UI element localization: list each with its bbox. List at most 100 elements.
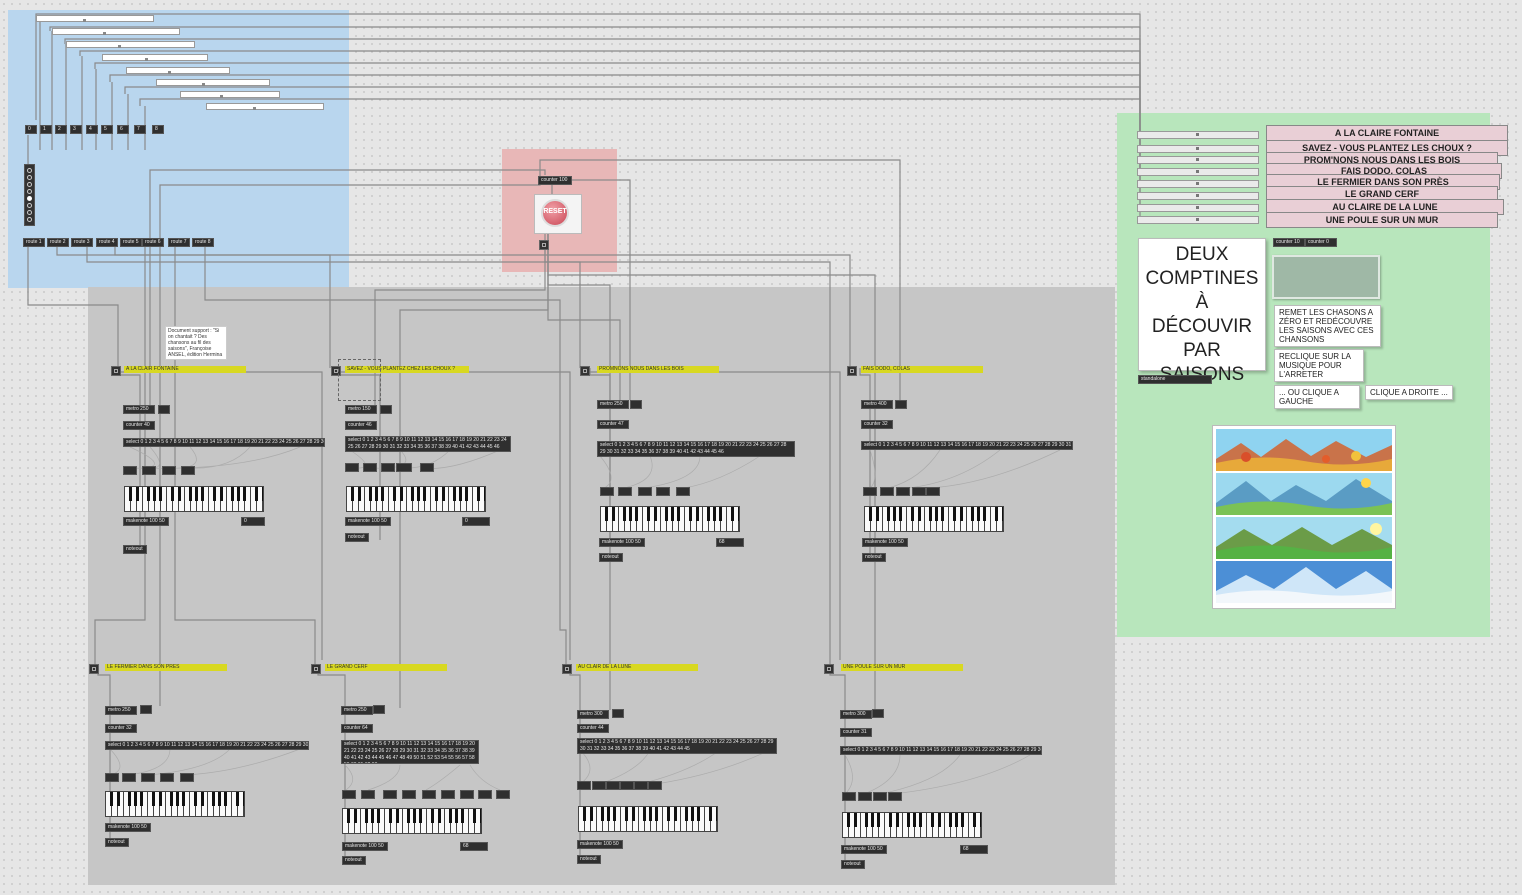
pitch-box[interactable] [162,466,176,475]
module-toggle[interactable] [847,366,857,376]
counter-object[interactable]: counter 32 [105,724,137,733]
song-selector[interactable] [1137,204,1259,212]
pitch-box[interactable] [361,790,375,799]
piano-keyboard[interactable] [864,506,1004,532]
piano-keyboard[interactable] [842,812,982,838]
bang-object[interactable] [140,705,152,714]
pitch-box[interactable] [648,781,662,790]
metro-object[interactable]: metro 400 [861,400,893,409]
select-object[interactable]: select 0 1 2 3 4 5 6 7 8 9 10 11 12 13 1… [597,441,795,457]
pitch-box[interactable] [478,790,492,799]
route-4[interactable]: route 4 [96,238,118,247]
number-message-3[interactable]: 3 [70,125,82,134]
route-8[interactable]: route 8 [192,238,214,247]
song-message-6[interactable] [156,79,270,86]
bang-object[interactable] [895,400,907,409]
counter-0-button[interactable]: counter 0 [1305,238,1337,247]
makenote-object[interactable]: makenote 100 50 [599,538,645,547]
pitch-box[interactable] [912,487,926,496]
piano-keyboard[interactable] [124,486,264,512]
pitch-box[interactable] [122,773,136,782]
piano-keyboard[interactable] [342,808,482,834]
counter-object[interactable]: counter 46 [345,421,377,430]
song-message-1[interactable] [36,15,154,22]
reset-bang[interactable] [539,240,549,250]
counter-object[interactable]: counter 40 [123,421,155,430]
song-selector[interactable] [1137,168,1259,176]
number-message-4[interactable]: 4 [86,125,98,134]
select-object[interactable]: select 0 1 2 3 4 5 6 7 8 9 10 11 12 13 1… [123,438,325,447]
metro-object[interactable]: metro 250 [123,405,155,414]
pitch-box[interactable] [345,463,359,472]
pitch-box[interactable] [873,792,887,801]
makenote-object[interactable]: makenote 100 50 [342,842,388,851]
bang-object[interactable] [158,405,170,414]
bang-object[interactable] [373,705,385,714]
module-toggle[interactable] [824,664,834,674]
makenote-object[interactable]: makenote 100 50 [841,845,887,854]
pitch-box[interactable] [460,790,474,799]
select-object[interactable]: select 0 1 2 3 4 5 6 7 8 9 10 11 12 13 1… [341,740,479,764]
bang-object[interactable] [630,400,642,409]
noteout-object[interactable]: noteout [599,553,623,562]
reset-panel-button[interactable] [1272,255,1380,299]
piano-keyboard[interactable] [578,806,718,832]
pitch-box[interactable] [402,790,416,799]
pitch-box[interactable] [634,781,648,790]
route-1[interactable]: route 1 [23,238,45,247]
song-message-3[interactable] [66,41,195,48]
song-message-4[interactable] [102,54,208,61]
module-toggle[interactable] [562,664,572,674]
number-message-2[interactable]: 2 [55,125,67,134]
pitch-box[interactable] [842,792,856,801]
number-display[interactable]: 68 [716,538,744,547]
counter-object[interactable]: counter 31 [840,728,872,737]
standalone-object[interactable]: standalone [1138,375,1212,384]
module-toggle[interactable] [89,664,99,674]
metro-object[interactable]: metro 250 [105,706,137,715]
pitch-box[interactable] [620,781,634,790]
number-display[interactable]: 68 [960,845,988,854]
module-toggle[interactable] [311,664,321,674]
pitch-box[interactable] [396,463,412,472]
select-object[interactable]: select 0 1 2 3 4 5 6 7 8 9 10 11 12 13 1… [861,441,1073,450]
pitch-box[interactable] [160,773,174,782]
select-object[interactable]: select 0 1 2 3 4 5 6 7 8 9 10 11 12 13 1… [577,738,777,754]
song-selector[interactable] [1137,145,1259,153]
counter-10-button[interactable]: counter 10 [1273,238,1305,247]
song-button-a-la-claire-fontaine[interactable]: A LA CLAIRE FONTAINE [1266,125,1508,141]
piano-keyboard[interactable] [105,791,245,817]
metro-object[interactable]: metro 300 [577,710,609,719]
pitch-box[interactable] [123,466,137,475]
route-5[interactable]: route 5 [120,238,142,247]
noteout-object[interactable]: noteout [105,838,129,847]
pitch-box[interactable] [638,487,652,496]
module-toggle[interactable] [580,366,590,376]
song-selector[interactable] [1137,131,1259,139]
number-message-8[interactable]: 8 [152,125,164,134]
counter-object[interactable]: counter 44 [577,724,609,733]
pitch-box[interactable] [926,487,940,496]
pitch-box[interactable] [496,790,510,799]
makenote-object[interactable]: makenote 100 50 [105,823,151,832]
pitch-box[interactable] [880,487,894,496]
number-message-5[interactable]: 5 [101,125,113,134]
route-2[interactable]: route 2 [47,238,69,247]
reset-button[interactable]: RESET [534,194,582,234]
module-toggle[interactable] [111,366,121,376]
noteout-object[interactable]: noteout [862,553,886,562]
metro-object[interactable]: metro 250 [341,706,373,715]
counter-object[interactable]: counter 32 [861,420,893,429]
noteout-object[interactable]: noteout [841,860,865,869]
pitch-box[interactable] [888,792,902,801]
makenote-object[interactable]: makenote 100 50 [862,538,908,547]
number-display[interactable]: 0 [462,517,490,526]
makenote-object[interactable]: makenote 100 50 [577,840,623,849]
metro-object[interactable]: metro 150 [345,405,377,414]
piano-keyboard[interactable] [600,506,740,532]
pitch-box[interactable] [420,463,434,472]
pitch-box[interactable] [381,463,395,472]
song-selector[interactable] [1137,156,1259,164]
counter-object[interactable]: counter 64 [341,724,373,733]
song-message-5[interactable] [126,67,230,74]
